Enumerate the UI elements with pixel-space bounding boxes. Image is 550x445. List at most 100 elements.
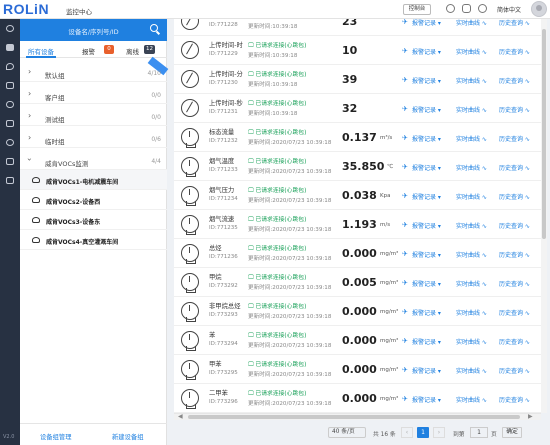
alarm-record-link[interactable]: 报警记录 ▾ (412, 221, 441, 230)
alarm-record-link[interactable]: 报警记录 ▾ (412, 395, 441, 404)
realtime-curve-link[interactable]: 实时曲线 ∿ (456, 279, 487, 288)
group-item-test[interactable]: › 测试组 0/0 (20, 108, 167, 126)
realtime-curve-link[interactable]: 实时曲线 ∿ (456, 221, 487, 230)
page-size-select[interactable]: 40 条/页 (328, 427, 366, 438)
scroll-right-icon[interactable]: ▶ (528, 413, 533, 420)
group-item-vocs[interactable]: › 威肯VOCs监测 4/4 (20, 152, 167, 170)
sensor-id: ID:771231 (209, 109, 238, 115)
sensor-value: 39 (342, 73, 358, 86)
alarm-record-link[interactable]: 报警记录 ▾ (412, 337, 441, 346)
search-input[interactable]: 设备名/序列号/ID (20, 26, 167, 36)
history-query-link[interactable]: 历史查询 ∿ (499, 163, 530, 172)
scroll-left-icon[interactable]: ◀ (178, 413, 183, 420)
group-item-default[interactable]: › 默认组 4/10 (20, 64, 167, 82)
history-query-link[interactable]: 历史查询 ∿ (499, 308, 530, 317)
history-query-link[interactable]: 历史查询 ∿ (499, 19, 530, 27)
status-text: 已请求连接(心跳包) (255, 188, 307, 194)
history-query-label: 历史查询 (499, 165, 524, 172)
history-query-link[interactable]: 历史查询 ∿ (499, 366, 530, 375)
realtime-curve-link[interactable]: 实时曲线 ∿ (456, 366, 487, 375)
realtime-curve-link[interactable]: 实时曲线 ∿ (456, 47, 487, 56)
realtime-curve-link[interactable]: 实时曲线 ∿ (456, 105, 487, 114)
console-button[interactable]: 控制台 (403, 4, 431, 15)
alarm-record-link[interactable]: 报警记录 ▾ (412, 250, 441, 259)
history-query-link[interactable]: 历史查询 ∿ (499, 76, 530, 85)
tab-all-devices[interactable]: 所有设备 (28, 46, 54, 56)
monitor-icon[interactable] (6, 44, 14, 51)
alarm-record-link[interactable]: 报警记录 ▾ (412, 134, 441, 143)
notification-icon[interactable] (446, 4, 455, 13)
prev-page-button[interactable]: ‹ (401, 427, 413, 438)
history-query-link[interactable]: 历史查询 ∿ (499, 279, 530, 288)
history-query-link[interactable]: 历史查询 ∿ (499, 250, 530, 259)
current-page[interactable]: 1 (417, 427, 429, 438)
realtime-curve-link[interactable]: 实时曲线 ∿ (456, 134, 487, 143)
scrollbar-thumb[interactable] (542, 29, 546, 239)
device-search-bar[interactable]: 设备名/序列号/ID (20, 19, 167, 41)
help-icon[interactable] (478, 4, 487, 13)
history-query-link[interactable]: 历史查询 ∿ (499, 337, 530, 346)
alarm-record-link[interactable]: 报警记录 ▾ (412, 105, 441, 114)
history-query-link[interactable]: 历史查询 ∿ (499, 192, 530, 201)
history-query-link[interactable]: 历史查询 ∿ (499, 395, 530, 404)
realtime-curve-link[interactable]: 实时曲线 ∿ (456, 76, 487, 85)
alarm-record-link[interactable]: 报警记录 ▾ (412, 19, 441, 27)
document-icon[interactable] (6, 158, 14, 165)
realtime-curve-link[interactable]: 实时曲线 ∿ (456, 337, 487, 346)
tab-alarm[interactable]: 报警 (82, 46, 95, 56)
device-item[interactable]: 威肯VOCs3-设备东 (20, 210, 167, 230)
alarm-record-link[interactable]: 报警记录 ▾ (412, 76, 441, 85)
realtime-curve-link[interactable]: 实时曲线 ∿ (456, 192, 487, 201)
device-item[interactable]: 威肯VOCs4-真空灌溉车间 (20, 230, 167, 250)
alarm-record-link[interactable]: 报警记录 ▾ (412, 163, 441, 172)
alarm-record-label: 报警记录 (412, 49, 437, 56)
goto-page-input[interactable]: 1 (470, 427, 488, 438)
avatar[interactable] (531, 1, 547, 17)
settings-icon[interactable] (6, 177, 14, 184)
home-icon[interactable] (6, 25, 14, 32)
history-query-link[interactable]: 历史查询 ∿ (499, 134, 530, 143)
confirm-button[interactable]: 确定 (502, 427, 522, 438)
cloud-icon[interactable] (6, 101, 14, 108)
clock-icon[interactable] (6, 139, 14, 146)
calendar-icon[interactable] (6, 120, 14, 127)
group-item-customer[interactable]: › 客户组 0/0 (20, 86, 167, 104)
sensor-id: ID:771228 (209, 22, 238, 28)
sensor-id: ID:771236 (209, 254, 238, 260)
alarm-record-label: 报警记录 (412, 281, 437, 288)
gateway-icon (32, 177, 40, 183)
realtime-curve-link[interactable]: 实时曲线 ∿ (456, 163, 487, 172)
alarm-record-link[interactable]: 报警记录 ▾ (412, 192, 441, 201)
group-item-temporary[interactable]: › 临时组 0/6 (20, 130, 167, 148)
alarm-record-link[interactable]: 报警记录 ▾ (412, 366, 441, 375)
next-page-button[interactable]: › (433, 427, 445, 438)
alarm-record-link[interactable]: 报警记录 ▾ (412, 308, 441, 317)
chart-icon[interactable] (6, 82, 14, 89)
new-group-link[interactable]: 新建设备组 (112, 432, 143, 441)
connection-status: 🖵 已请求连接(心跳包) (248, 304, 307, 310)
device-item[interactable]: 威肯VOCs1-电机减震车间 (20, 170, 167, 190)
tab-offline[interactable]: 离线 (126, 46, 139, 56)
message-icon[interactable] (462, 4, 471, 13)
connection-status: 🖵 已请求连接(心跳包) (248, 333, 307, 339)
scrollbar-thumb[interactable] (188, 415, 520, 419)
update-time: 更新时间:2020/07/23 10:39:18 (248, 314, 332, 320)
realtime-curve-link[interactable]: 实时曲线 ∿ (456, 19, 487, 27)
realtime-curve-link[interactable]: 实时曲线 ∿ (456, 250, 487, 259)
alarm-record-link[interactable]: 报警记录 ▾ (412, 279, 441, 288)
manage-groups-link[interactable]: 设备组管理 (40, 432, 71, 441)
realtime-curve-link[interactable]: 实时曲线 ∿ (456, 308, 487, 317)
history-query-link[interactable]: 历史查询 ∿ (499, 47, 530, 56)
history-query-link[interactable]: 历史查询 ∿ (499, 221, 530, 230)
vertical-scrollbar[interactable] (541, 19, 547, 413)
sensor-value: 35.850 (342, 160, 385, 173)
history-query-link[interactable]: 历史查询 ∿ (499, 105, 530, 114)
horizontal-scrollbar[interactable]: ◀ ▶ (174, 413, 541, 420)
status-text: 已请求连接(心跳包) (255, 43, 307, 49)
device-item[interactable]: 威肯VOCs2-设备西 (20, 190, 167, 210)
realtime-curve-link[interactable]: 实时曲线 ∿ (456, 395, 487, 404)
search-icon[interactable] (150, 24, 158, 32)
map-pin-icon[interactable] (6, 63, 14, 70)
alarm-record-link[interactable]: 报警记录 ▾ (412, 47, 441, 56)
language-selector[interactable]: 简体中文 (497, 5, 521, 14)
